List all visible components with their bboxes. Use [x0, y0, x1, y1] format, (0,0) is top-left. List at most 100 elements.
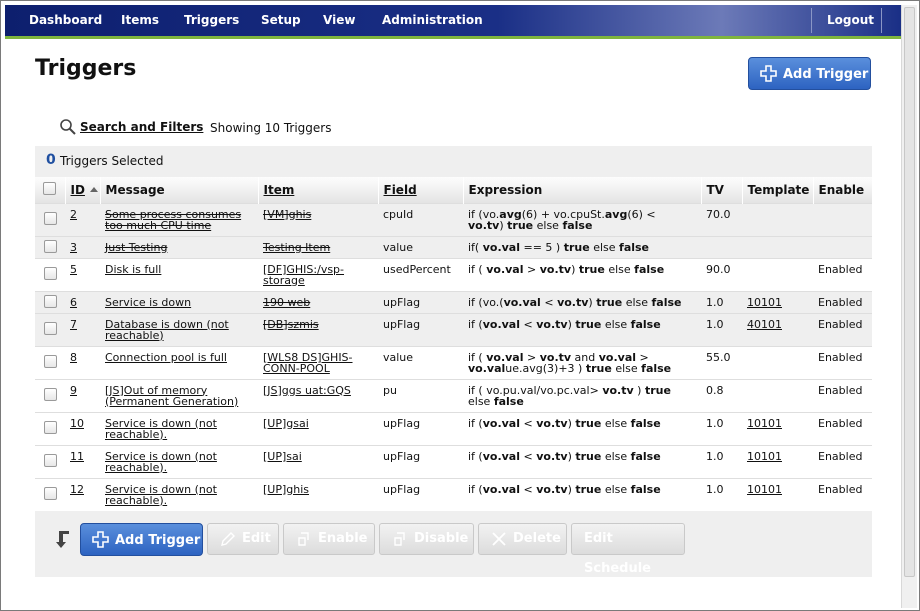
trigger-id[interactable]: 8 [65, 345, 100, 379]
delete-button[interactable]: Delete [478, 523, 567, 555]
trigger-id[interactable]: 10 [65, 411, 100, 445]
bottom-add-trigger-button[interactable]: Add Trigger [80, 523, 203, 556]
trigger-message-link[interactable]: Connection pool is full [105, 351, 227, 364]
template-link[interactable]: 10101 [747, 296, 782, 309]
row-checkbox[interactable] [43, 454, 57, 467]
trigger-id[interactable]: 11 [65, 444, 100, 478]
row-checkbox[interactable] [43, 487, 57, 501]
search-icon[interactable] [59, 118, 77, 136]
trigger-template[interactable]: 10101 [742, 411, 813, 445]
trigger-message-link[interactable]: Service is down (not reachable). [105, 450, 217, 474]
trigger-message-link[interactable]: Service is down (not reachable). [105, 417, 217, 441]
trigger-message-link[interactable]: Just Testing [105, 241, 167, 254]
trigger-id[interactable]: 2 [65, 202, 100, 236]
trigger-id-link[interactable]: 11 [70, 450, 84, 463]
trigger-id-link[interactable]: 9 [70, 384, 77, 397]
trigger-message[interactable]: Some process consumes too much CPU time [100, 202, 258, 236]
trigger-message[interactable]: Service is down (not reachable). [100, 477, 258, 511]
logout-link[interactable]: Logout [827, 5, 874, 36]
nav-dashboard[interactable]: Dashboard [29, 5, 102, 36]
trigger-item[interactable]: 190 web [258, 290, 378, 313]
template-link[interactable]: 10101 [747, 450, 782, 463]
trigger-id-link[interactable]: 6 [70, 296, 77, 309]
row-checkbox[interactable] [43, 267, 57, 280]
row-checkbox[interactable] [43, 322, 57, 335]
column-header-id[interactable]: ID [65, 177, 101, 203]
trigger-id-link[interactable]: 10 [70, 417, 84, 430]
trigger-item[interactable]: [UP]sai [258, 444, 378, 478]
row-checkbox[interactable] [43, 239, 57, 253]
enable-button[interactable]: Enable [283, 523, 375, 555]
disable-button[interactable]: Disable [379, 523, 474, 555]
nav-items[interactable]: Items [121, 5, 159, 36]
trigger-id-link[interactable]: 12 [70, 483, 84, 496]
nav-setup[interactable]: Setup [261, 5, 301, 36]
trigger-item[interactable]: [DF]GHIS:/vsp-storage [258, 257, 378, 291]
trigger-item-link[interactable]: [UP]gsai [263, 417, 309, 430]
trigger-item-link[interactable]: 190 web [263, 296, 310, 309]
trigger-item[interactable]: [UP]gsai [258, 411, 378, 445]
trigger-item[interactable]: [UP]ghis [258, 477, 378, 511]
trigger-template[interactable]: 10101 [742, 444, 813, 478]
trigger-item[interactable]: [WLS8 DS]GHIS-CONN-POOL [258, 345, 378, 379]
trigger-item-link[interactable]: Testing Item [263, 241, 330, 254]
edit-button[interactable]: Edit [207, 523, 279, 555]
column-header-item[interactable]: Item [258, 177, 379, 203]
trigger-item[interactable]: Testing Item [258, 235, 378, 258]
trigger-message-link[interactable]: Service is down (not reachable). [105, 483, 217, 507]
trigger-item-link[interactable]: [JS]ggs uat:GQS [263, 384, 351, 397]
trigger-id[interactable]: 6 [65, 290, 100, 313]
trigger-message-link[interactable]: Disk is full [105, 263, 161, 276]
trigger-id-link[interactable]: 7 [70, 318, 77, 331]
trigger-id[interactable]: 3 [65, 235, 100, 258]
trigger-template[interactable]: 40101 [742, 312, 813, 346]
search-and-filters-link[interactable]: Search and Filters [80, 120, 203, 134]
nav-administration[interactable]: Administration [382, 5, 483, 36]
trigger-item-link[interactable]: [UP]ghis [263, 483, 309, 496]
trigger-item-link[interactable]: [DF]GHIS:/vsp-storage [263, 263, 344, 287]
trigger-template[interactable]: 10101 [742, 477, 813, 511]
row-checkbox[interactable] [43, 388, 57, 401]
scrollbar-thumb[interactable] [904, 7, 915, 577]
trigger-id[interactable]: 7 [65, 312, 100, 346]
trigger-message-link[interactable]: Some process consumes too much CPU time [105, 208, 241, 232]
trigger-item-link[interactable]: [UP]sai [263, 450, 302, 463]
trigger-id-link[interactable]: 8 [70, 351, 77, 364]
trigger-id[interactable]: 5 [65, 257, 100, 291]
row-checkbox[interactable] [43, 294, 57, 308]
trigger-id[interactable]: 12 [65, 477, 100, 511]
trigger-item-link[interactable]: [WLS8 DS]GHIS-CONN-POOL [263, 351, 353, 375]
template-link[interactable]: 40101 [747, 318, 782, 331]
trigger-message[interactable]: Connection pool is full [100, 345, 258, 379]
column-header-field[interactable]: Field [378, 177, 464, 203]
trigger-id-link[interactable]: 2 [70, 208, 77, 221]
trigger-message-link[interactable]: [JS]Out of memory (Permanent Generation) [105, 384, 238, 408]
template-link[interactable]: 10101 [747, 483, 782, 496]
row-checkbox[interactable] [43, 355, 57, 368]
row-checkbox[interactable] [43, 421, 57, 434]
nav-triggers[interactable]: Triggers [184, 5, 239, 36]
trigger-item[interactable]: [VM]ghis [258, 202, 378, 236]
trigger-item[interactable]: [JS]ggs uat:GQS [258, 378, 378, 412]
trigger-message[interactable]: Service is down [100, 290, 258, 313]
trigger-item[interactable]: [DB]szmis [258, 312, 378, 346]
trigger-message[interactable]: Service is down (not reachable). [100, 411, 258, 445]
trigger-message[interactable]: Service is down (not reachable). [100, 444, 258, 478]
template-link[interactable]: 10101 [747, 417, 782, 430]
trigger-id[interactable]: 9 [65, 378, 100, 412]
trigger-message-link[interactable]: Database is down (not reachable) [105, 318, 229, 342]
trigger-message[interactable]: [JS]Out of memory (Permanent Generation) [100, 378, 258, 412]
nav-view[interactable]: View [323, 5, 355, 36]
edit-schedule-button[interactable]: Edit Schedule [571, 523, 685, 576]
trigger-id-link[interactable]: 5 [70, 263, 77, 276]
trigger-id-link[interactable]: 3 [70, 241, 77, 254]
trigger-message-link[interactable]: Service is down [105, 296, 191, 309]
trigger-item-link[interactable]: [VM]ghis [263, 208, 311, 221]
trigger-message[interactable]: Database is down (not reachable) [100, 312, 258, 346]
trigger-message[interactable]: Disk is full [100, 257, 258, 291]
row-checkbox[interactable] [43, 212, 57, 225]
add-trigger-button[interactable]: Add Trigger [748, 57, 871, 90]
select-all-checkbox[interactable] [43, 181, 57, 195]
trigger-template[interactable]: 10101 [742, 290, 813, 313]
trigger-item-link[interactable]: [DB]szmis [263, 318, 319, 331]
